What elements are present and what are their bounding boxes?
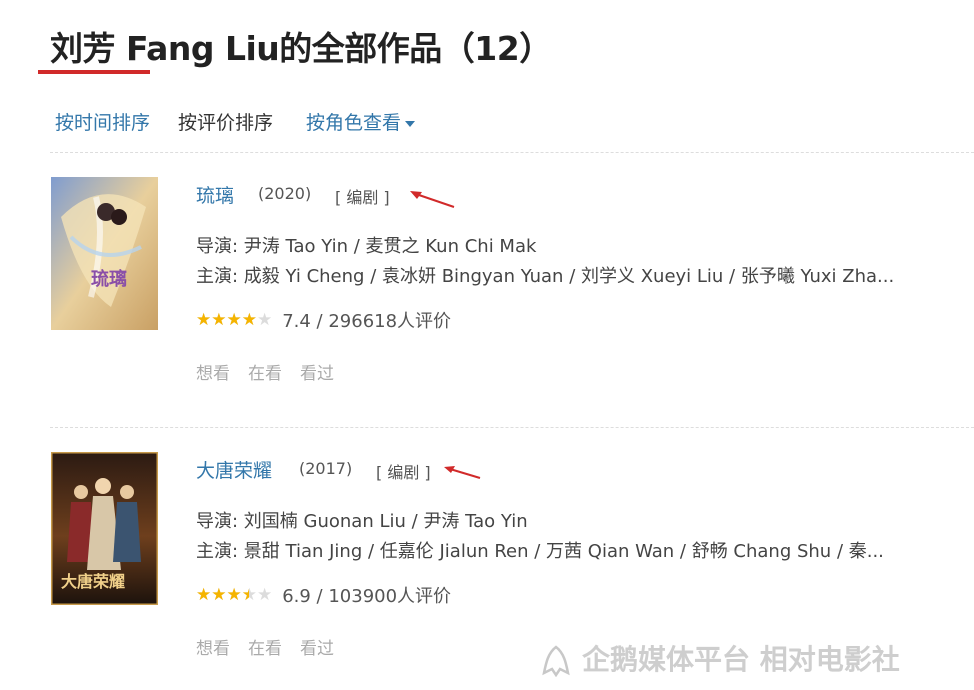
watched-button[interactable]: 看过 (300, 639, 334, 659)
film-poster[interactable]: 大唐荣耀 (51, 452, 158, 605)
film-cast: 主演: 成毅 Yi Cheng / 袁冰妍 Bingyan Yuan / 刘学义… (196, 266, 895, 287)
film-year: (2017) (299, 459, 353, 478)
film-role-tag: [ 编剧 ] (376, 463, 431, 482)
rating-text: 7.4 / 296618人评价 (282, 311, 452, 332)
want-to-watch-button[interactable]: 想看 (196, 364, 230, 384)
film-directors: 导演: 刘国楠 Guonan Liu / 尹涛 Tao Yin (196, 511, 528, 532)
poster-title-art: 琉璃 (91, 269, 127, 290)
film-actions: 想看 在看 看过 (196, 634, 352, 659)
watermark-text: 企鹅媒体平台 相对电影社 (582, 643, 900, 676)
film-cast: 主演: 景甜 Tian Jing / 任嘉伦 Jialun Ren / 万茜 Q… (196, 541, 884, 562)
want-to-watch-button[interactable]: 想看 (196, 639, 230, 659)
film-title-link[interactable]: 大唐荣耀 (196, 456, 272, 483)
watching-button[interactable]: 在看 (248, 639, 282, 659)
film-rating: ★★★★★ ★★★★★ 7.4 / 296618人评价 (196, 307, 451, 333)
penguin-logo-icon (542, 645, 570, 677)
rating-text: 6.9 / 103900人评价 (282, 586, 452, 607)
film-actions: 想看 在看 看过 (196, 359, 352, 384)
poster-title-art: 大唐荣耀 (61, 572, 126, 591)
film-item: 大唐荣耀 大唐荣耀 (2017) [ 编剧 ] 导演: 刘国楠 Guonan L… (0, 0, 974, 659)
rating-stars-icon: ★★★★★ ★★★★★ (196, 584, 273, 605)
red-arrow-annotation-icon (444, 466, 481, 479)
divider (50, 427, 974, 428)
watching-button[interactable]: 在看 (248, 364, 282, 384)
watched-button[interactable]: 看过 (300, 364, 334, 384)
rating-stars-icon: ★★★★★ ★★★★★ (196, 309, 273, 330)
film-rating: ★★★★★ ★★★★★ 6.9 / 103900人评价 (196, 582, 451, 608)
watermark: 企鹅媒体平台 相对电影社 (540, 638, 900, 678)
